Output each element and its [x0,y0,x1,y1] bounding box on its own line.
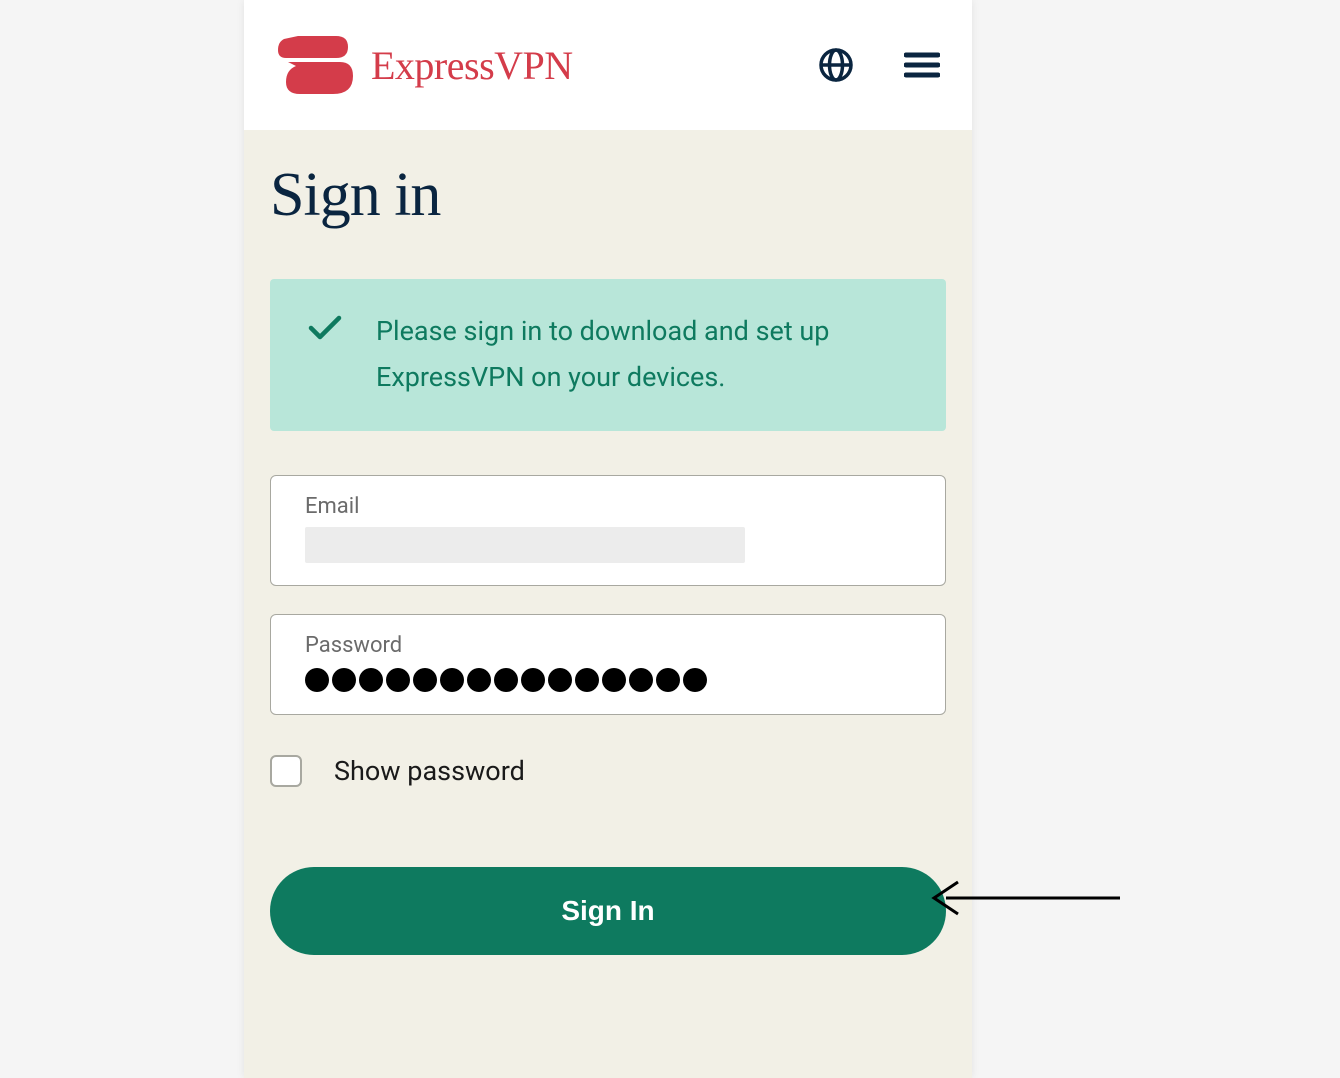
app-window: ExpressVPN Sign in Please sign in to dow… [244,0,972,1078]
info-banner: Please sign in to download and set up Ex… [270,279,946,431]
expressvpn-logo-icon [278,36,353,94]
content-area: Sign in Please sign in to download and s… [244,130,972,1078]
language-icon[interactable] [818,47,854,83]
header-actions [818,47,940,83]
hamburger-menu-icon[interactable] [904,51,940,79]
password-input[interactable] [305,668,911,692]
email-input[interactable] [305,527,745,563]
email-label: Email [305,494,911,519]
show-password-checkbox[interactable] [270,755,302,787]
show-password-label: Show password [334,755,525,787]
email-field-wrapper[interactable]: Email [270,475,946,586]
show-password-row: Show password [270,755,946,787]
brand-logo[interactable]: ExpressVPN [278,36,573,94]
password-field-wrapper[interactable]: Password [270,614,946,715]
page-title: Sign in [270,160,946,231]
info-banner-text: Please sign in to download and set up Ex… [376,309,908,401]
header: ExpressVPN [244,0,972,130]
checkmark-icon [308,315,342,341]
sign-in-button[interactable]: Sign In [270,867,946,955]
password-label: Password [305,633,911,658]
brand-name: ExpressVPN [371,42,573,89]
